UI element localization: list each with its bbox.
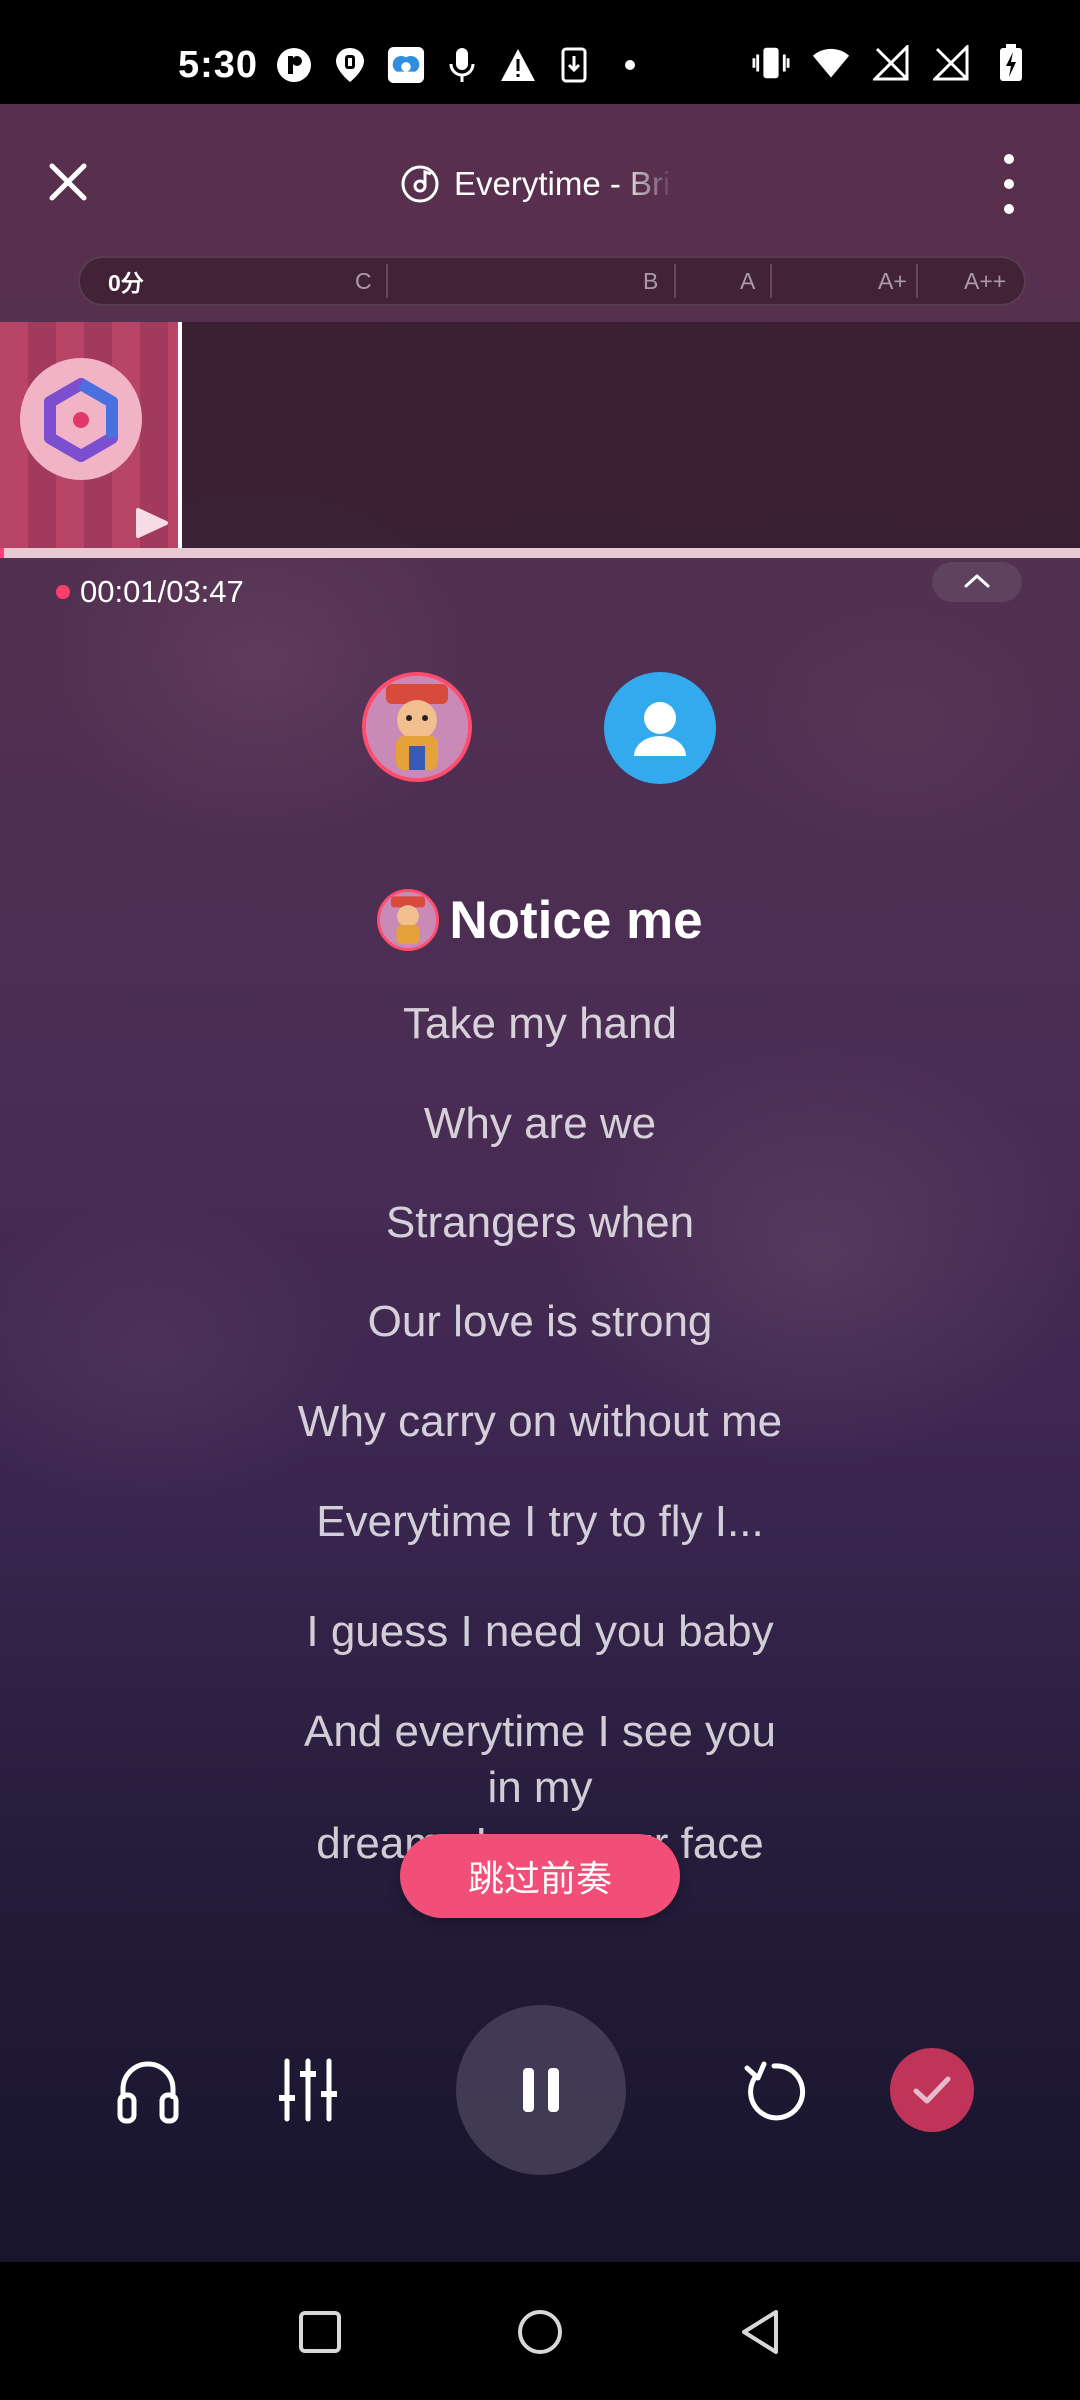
grade-a-plus: A+ [878, 267, 907, 294]
headphones-icon [117, 2061, 179, 2124]
download-icon [555, 46, 593, 84]
current-singer-mini-avatar [377, 889, 440, 951]
app-logo-icon [20, 358, 142, 480]
lyric-line: Everytime I try to fly I... [316, 1497, 764, 1546]
lyric-line: I guess I need you baby [306, 1607, 774, 1656]
checkmark-icon [913, 2076, 951, 2104]
system-status-icons [752, 44, 1030, 82]
current-score: 0分 [108, 270, 144, 296]
location-icon [331, 46, 369, 84]
restart-button[interactable] [736, 2054, 812, 2130]
back-triangle-icon [742, 2310, 778, 2354]
user-icon [634, 702, 686, 756]
recents-button[interactable] [292, 2304, 348, 2360]
pitch-cursor [178, 322, 182, 548]
battery-charging-icon [992, 44, 1030, 82]
back-button[interactable] [732, 2304, 788, 2360]
lyric-line: And everytime I see you [303, 1707, 776, 1756]
microphone-icon [443, 46, 481, 84]
song-progress-fill [0, 548, 4, 558]
total-time: 03:47 [166, 574, 244, 609]
more-options-button[interactable] [995, 154, 1023, 214]
song-progress-track[interactable] [0, 548, 1080, 558]
pitch-indicator-icon [134, 508, 170, 538]
grade-b: B [643, 267, 659, 294]
close-button[interactable] [40, 154, 96, 210]
status-time: 5:30 [178, 44, 259, 86]
home-circle-icon [518, 2310, 562, 2354]
music-disc-icon [401, 165, 439, 203]
time-separator: / [157, 574, 167, 609]
home-button[interactable] [512, 2304, 568, 2360]
lyric-line: Take my hand [403, 999, 677, 1048]
audio-mixer-button[interactable] [272, 2054, 344, 2126]
collapse-button[interactable] [932, 562, 1022, 602]
recents-square-icon [299, 2311, 341, 2353]
playback-controls [0, 2000, 1080, 2180]
grade-c: C [355, 267, 372, 294]
system-navigation-bar [0, 2262, 1080, 2400]
current-lyric: Notice me [449, 890, 703, 950]
skip-intro-button[interactable]: 跳过前奏 [400, 1834, 680, 1918]
more-vertical-icon [1004, 154, 1014, 164]
earphone-monitor-button[interactable] [112, 2052, 184, 2128]
pitch-visualizer [0, 322, 1080, 548]
lyric-line: Our love is strong [367, 1297, 713, 1346]
signal-no-service-icon-2 [932, 44, 970, 82]
more-notifications-dot-icon [611, 46, 649, 84]
lyric-line: Why carry on without me [297, 1397, 783, 1446]
warning-icon [499, 46, 537, 84]
song-title-bar: Everytime - Britney Spears [400, 156, 674, 212]
signal-no-service-icon [872, 44, 910, 82]
cloud-app-icon [387, 46, 425, 84]
elapsed-time: 00:01 [80, 574, 158, 609]
singer-avatar[interactable] [362, 672, 472, 782]
top-bar: Everytime - Britney Spears [0, 104, 1080, 264]
restart-icon [744, 2061, 806, 2121]
app-notification-icon [275, 46, 313, 84]
lyric-line: Strangers when [385, 1198, 695, 1247]
close-icon [49, 163, 87, 201]
duet-partner-avatar[interactable] [604, 672, 716, 784]
recording-dot-icon [56, 585, 70, 599]
score-bar: 0分 C B A A+ A++ [78, 256, 1026, 306]
lyric-line: in my [487, 1763, 593, 1812]
lyric-line: Why are we [423, 1099, 657, 1148]
pause-icon [523, 2068, 559, 2112]
status-bar: 5:30 [0, 0, 1080, 104]
wifi-icon [812, 44, 850, 82]
song-title: Everytime - Britney Spears [454, 165, 674, 202]
notification-icons [275, 46, 649, 84]
grade-a-plus-plus: A++ [964, 267, 1007, 294]
current-lyric-row: Notice me [0, 870, 1080, 970]
equalizer-sliders-icon [279, 2058, 337, 2122]
pause-button[interactable] [456, 2005, 626, 2175]
vibrate-icon [752, 44, 790, 82]
grade-a: A [740, 267, 756, 294]
chevron-up-icon [964, 574, 990, 588]
recording-time: 00:01/03:47 [56, 572, 244, 612]
finish-button[interactable] [890, 2048, 974, 2132]
